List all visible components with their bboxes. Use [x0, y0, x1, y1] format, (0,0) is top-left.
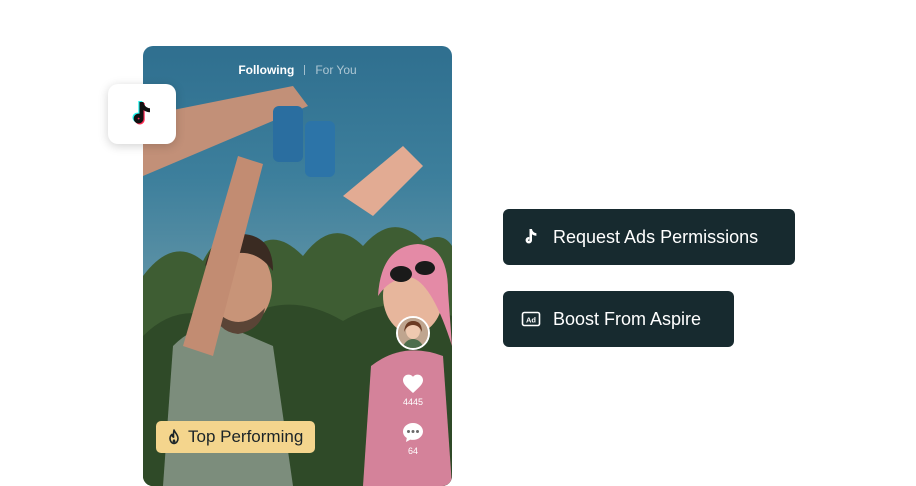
request-ads-permissions-label: Request Ads Permissions — [553, 226, 759, 247]
like-count: 4445 — [402, 397, 424, 407]
tab-separator — [304, 65, 306, 75]
ad-icon: Ad — [521, 311, 541, 327]
like-action[interactable]: 4445 — [401, 372, 425, 407]
svg-text:Ad: Ad — [526, 316, 536, 325]
tab-following[interactable]: Following — [238, 63, 294, 77]
badge-label: Top Performing — [188, 427, 304, 446]
comment-icon — [403, 423, 423, 442]
comment-action[interactable]: 64 — [401, 421, 425, 456]
creator-avatar[interactable] — [396, 316, 430, 350]
comment-count: 64 — [407, 446, 418, 456]
tiktok-app-tile — [108, 84, 176, 144]
heart-icon — [403, 374, 423, 393]
request-ads-permissions-button[interactable]: Request Ads Permissions — [503, 209, 795, 265]
fire-icon — [169, 429, 179, 445]
boost-from-aspire-button[interactable]: Ad Boost From Aspire — [503, 291, 734, 347]
feed-tabs: Following For You — [143, 63, 452, 77]
side-actions: 4445 64 — [396, 316, 430, 456]
tiktok-video-preview: Following For You 4445 64 Top Performing — [143, 46, 452, 486]
boost-from-aspire-label: Boost From Aspire — [553, 308, 702, 329]
top-performing-badge: Top Performing — [156, 421, 316, 453]
tab-for-you[interactable]: For You — [315, 63, 356, 77]
tiktok-icon — [525, 229, 537, 244]
tiktok-logo-icon — [132, 101, 150, 125]
